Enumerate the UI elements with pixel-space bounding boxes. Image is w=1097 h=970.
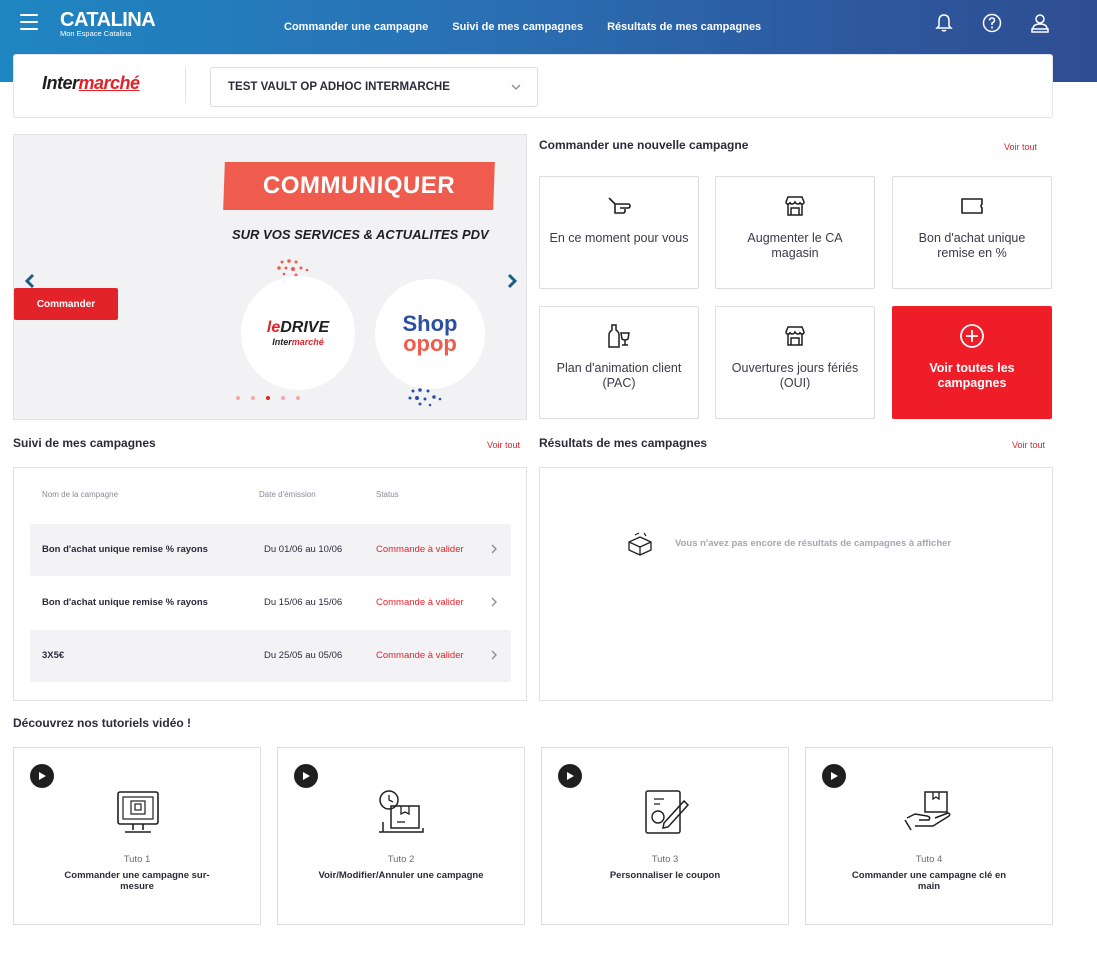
carousel-dot[interactable] bbox=[236, 396, 240, 400]
tile-label: Augmenter le CA magasin bbox=[747, 231, 843, 260]
campaign-name: Bon d'achat unique remise % rayons bbox=[42, 597, 208, 608]
results-panel: Vous n'avez pas encore de résultats de c… bbox=[539, 467, 1053, 701]
column-header: Status bbox=[376, 490, 399, 499]
empty-box-icon bbox=[626, 532, 654, 561]
order-see-all-link[interactable]: Voir tout bbox=[1004, 142, 1037, 152]
tutorials-section-title: Découvrez nos tutoriels vidéo ! bbox=[13, 716, 192, 730]
column-header: Date d'émission bbox=[259, 490, 316, 499]
carousel-next-arrow[interactable] bbox=[506, 273, 518, 294]
tile-bon-achat[interactable]: Bon d'achat unique remise en % bbox=[892, 176, 1052, 289]
campaign-name: Bon d'achat unique remise % rayons bbox=[42, 544, 208, 555]
tutorial-number: Tuto 2 bbox=[387, 854, 415, 865]
hand-package-icon bbox=[900, 786, 960, 840]
campaign-date: Du 01/06 au 10/06 bbox=[264, 544, 343, 555]
tile-voir-toutes-campagnes[interactable]: Voir toutes les campagnes bbox=[892, 306, 1052, 419]
bottle-glass-icon bbox=[606, 323, 632, 349]
carousel-dot[interactable] bbox=[281, 396, 285, 400]
help-icon[interactable] bbox=[981, 12, 1003, 34]
package-clock-icon bbox=[372, 786, 432, 840]
chevron-right-icon[interactable] bbox=[490, 595, 498, 613]
results-see-all-link[interactable]: Voir tout bbox=[1012, 440, 1045, 450]
tile-label: Ouvertures jours fériés (OUI) bbox=[731, 361, 859, 390]
status-text: Commande à valider bbox=[376, 650, 464, 661]
tutorial-title: Voir/Modifier/Annuler une campagne bbox=[318, 870, 484, 881]
monitor-icon bbox=[108, 786, 168, 840]
campaign-name: 3X5€ bbox=[42, 650, 65, 661]
plus-circle-icon bbox=[959, 323, 985, 349]
carousel-dot[interactable] bbox=[251, 396, 255, 400]
chevron-right-icon[interactable] bbox=[490, 648, 498, 666]
shopopop-logo: Shop opop bbox=[375, 279, 485, 389]
nav-commander-campagne[interactable]: Commander une campagne bbox=[284, 21, 428, 33]
intermarche-logo: Intermarché bbox=[42, 73, 140, 93]
campaign-date: Du 25/05 au 05/06 bbox=[264, 650, 343, 661]
empty-results-message: Vous n'avez pas encore de résultats de c… bbox=[675, 538, 952, 549]
tutorial-card[interactable]: Tuto 4 Commander une campagne clé en mai… bbox=[805, 747, 1053, 925]
bell-icon[interactable] bbox=[933, 12, 955, 34]
banner-subtitle: SUR VOS SERVICES & ACTUALITES PDV bbox=[232, 227, 489, 242]
carousel-dots bbox=[236, 396, 300, 400]
store-select-value: TEST VAULT OP ADHOC INTERMARCHE bbox=[228, 81, 450, 93]
tile-label: Plan d'animation client (PAC) bbox=[556, 361, 682, 390]
tile-label: Bon d'achat unique remise en % bbox=[918, 231, 1026, 260]
results-section-title: Résultats de mes campagnes bbox=[539, 436, 708, 450]
play-icon[interactable] bbox=[822, 764, 846, 788]
tutorial-card[interactable]: Tuto 1 Commander une campagne sur-mesure bbox=[13, 747, 261, 925]
tutorial-title: Commander une campagne sur-mesure bbox=[64, 870, 210, 892]
store-icon bbox=[783, 193, 807, 219]
table-row[interactable]: 3X5€ Du 25/05 au 05/06 Commande à valide… bbox=[30, 630, 511, 682]
column-header: Nom de la campagne bbox=[42, 490, 119, 499]
order-section-title: Commander une nouvelle campagne bbox=[539, 138, 749, 152]
tile-label: En ce moment pour vous bbox=[549, 231, 689, 245]
header-actions bbox=[933, 12, 1051, 34]
tutorial-number: Tuto 1 bbox=[123, 854, 151, 865]
coupon-edit-icon bbox=[636, 786, 696, 840]
divider bbox=[185, 67, 186, 103]
tile-plan-animation[interactable]: Plan d'animation client (PAC) bbox=[539, 306, 699, 419]
status-text: Commande à valider bbox=[376, 597, 464, 608]
tutorial-number: Tuto 3 bbox=[651, 854, 679, 865]
nav-resultats-campagnes[interactable]: Résultats de mes campagnes bbox=[607, 21, 761, 33]
play-icon[interactable] bbox=[294, 764, 318, 788]
store-bar: Intermarché TEST VAULT OP ADHOC INTERMAR… bbox=[13, 54, 1053, 118]
menu-icon[interactable] bbox=[20, 14, 38, 30]
tutorial-card[interactable]: Tuto 3 Personnaliser le coupon bbox=[541, 747, 789, 925]
tile-augmenter-ca[interactable]: Augmenter le CA magasin bbox=[715, 176, 875, 289]
tracking-section-title: Suivi de mes campagnes bbox=[13, 436, 156, 450]
coupon-icon bbox=[959, 193, 985, 219]
carousel-dot[interactable] bbox=[296, 396, 300, 400]
brand-name: CATALINA bbox=[60, 9, 156, 31]
table-row[interactable]: Bon d'achat unique remise % rayons Du 01… bbox=[30, 524, 511, 576]
chevron-right-icon[interactable] bbox=[490, 542, 498, 560]
tutorial-title: Personnaliser le coupon bbox=[609, 870, 721, 881]
status-text: Commande à valider bbox=[376, 544, 464, 555]
banner-title: COMMUNIQUER bbox=[223, 162, 495, 210]
tile-en-ce-moment[interactable]: En ce moment pour vous bbox=[539, 176, 699, 289]
carousel-dot-active[interactable] bbox=[266, 396, 270, 400]
promo-carousel: COMMUNIQUER SUR VOS SERVICES & ACTUALITE… bbox=[13, 134, 527, 420]
chevron-down-icon bbox=[511, 82, 521, 94]
tutorial-number: Tuto 4 bbox=[915, 854, 943, 865]
carousel-commander-button[interactable]: Commander bbox=[14, 288, 118, 320]
decor-dots-blue bbox=[408, 387, 442, 412]
tile-label: Voir toutes les campagnes bbox=[929, 361, 1015, 390]
tile-ouvertures-feries[interactable]: Ouvertures jours fériés (OUI) bbox=[715, 306, 875, 419]
tutorial-title: Commander une campagne clé en main bbox=[851, 870, 1007, 892]
tracking-table: Nom de la campagne Date d'émission Statu… bbox=[13, 467, 527, 701]
store-select[interactable]: TEST VAULT OP ADHOC INTERMARCHE bbox=[210, 67, 538, 107]
tracking-see-all-link[interactable]: Voir tout bbox=[487, 440, 520, 450]
table-row[interactable]: Bon d'achat unique remise % rayons Du 15… bbox=[30, 577, 511, 629]
ledrive-logo: leDRIVE Intermarché bbox=[241, 276, 355, 390]
campaign-date: Du 15/06 au 15/06 bbox=[264, 597, 343, 608]
nav-suivi-campagnes[interactable]: Suivi de mes campagnes bbox=[452, 21, 583, 33]
play-icon[interactable] bbox=[558, 764, 582, 788]
store-icon bbox=[783, 323, 807, 349]
pointing-hand-icon bbox=[606, 193, 632, 219]
play-icon[interactable] bbox=[30, 764, 54, 788]
catalina-logo[interactable]: CATALINA Mon Espace Catalina bbox=[60, 9, 156, 38]
user-icon[interactable] bbox=[1029, 12, 1051, 34]
main-nav: Commander une campagne Suivi de mes camp… bbox=[284, 21, 785, 33]
tutorial-card[interactable]: Tuto 2 Voir/Modifier/Annuler une campagn… bbox=[277, 747, 525, 925]
